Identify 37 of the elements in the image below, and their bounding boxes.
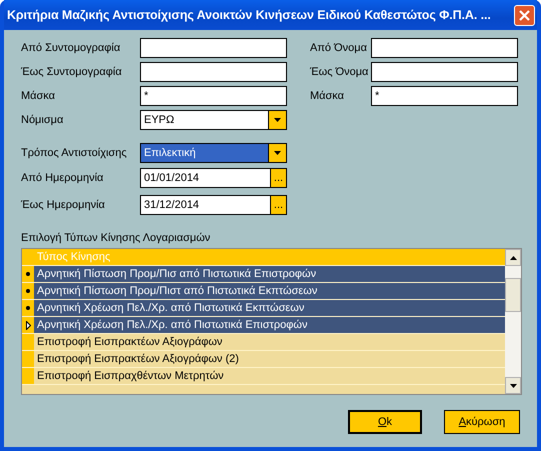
text-field[interactable] [140,38,287,58]
close-button[interactable] [514,4,535,26]
grid-row[interactable]: Αρνητική Πίστωση Προμ/Πισ από Πιστωτικά Επιστροφών [34,266,505,282]
grid-row[interactable]: Αρνητική Χρέωση Πελ./Χρ. από Πιστωτικά Επιστροφών [34,317,505,333]
cancel-button[interactable]: Ακύρωση [444,410,520,434]
field-label: Έως Όνομα [310,64,370,80]
field-label: Από Συντομογραφία [21,40,122,56]
grid-row[interactable]: Αρνητική Χρέωση Πελ./Χρ. από Πιστωτικά Εκπτώσεων [34,300,505,316]
field-label: Μάσκα [310,88,346,104]
field-label: Μάσκα [21,88,56,104]
grid-caption: Επιλογή Τύπων Κίνησης Λογαριασμών [21,232,212,245]
scroll-up-icon [510,256,516,260]
window-title: Κριτήρια Μαζικής Αντιστοίχισης Ανοικτών Κινήσεων Ειδικού Καθεστώτος Φ.Π.Α. ... [7,6,491,24]
dropdown[interactable]: Επιλεκτική [140,143,287,163]
grid-row[interactable]: Αρνητική Πίστωση Προμ/Πιστ από Πιστωτικά Εκπτώσεων [34,283,505,299]
row-indicator [22,351,34,367]
scroll-up-button[interactable] [505,249,521,266]
text-field[interactable] [371,38,518,58]
text-field[interactable] [140,62,287,82]
text-field[interactable] [371,62,518,82]
field-label: Έως Συντομογραφία [21,64,123,80]
dropdown-arrow-icon [274,151,281,155]
text-field[interactable]: * [371,86,518,106]
scroll-down-button[interactable] [505,377,521,394]
scroll-down-icon [510,384,516,388]
close-icon [519,10,530,20]
field-label: Νόμισμα [21,112,64,128]
scroll-thumb[interactable] [505,278,521,312]
text-field[interactable]: * [140,86,287,106]
dropdown[interactable]: ΕΥΡΩ [140,110,287,130]
field-label: Από Ημερομηνία [21,170,104,186]
row-indicator [22,368,34,384]
field-label: Από Όνομα [310,40,368,56]
field-label: Τρόπος Αντιστοίχισης [21,146,128,161]
dropdown-arrow-icon [274,118,281,122]
field-label: Έως Ημερομηνία [21,198,106,213]
ok-button[interactable]: Ok [348,410,422,434]
